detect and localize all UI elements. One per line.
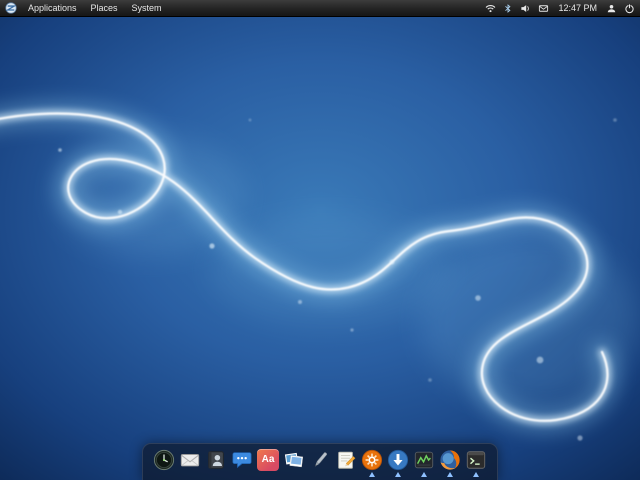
notes-icon[interactable] bbox=[334, 449, 358, 478]
volume-icon[interactable] bbox=[520, 3, 531, 14]
fonts-icon[interactable]: Aa bbox=[256, 449, 280, 478]
menu-system[interactable]: System bbox=[129, 2, 165, 14]
system-monitor-icon[interactable] bbox=[412, 449, 436, 478]
distro-logo-icon[interactable] bbox=[5, 2, 17, 14]
running-indicator bbox=[473, 472, 479, 477]
dock: Aa bbox=[142, 443, 498, 480]
running-indicator bbox=[369, 472, 375, 477]
top-panel: Applications Places System 12:47 PM bbox=[0, 0, 640, 17]
photos-icon[interactable] bbox=[282, 449, 306, 478]
downloads-icon[interactable] bbox=[386, 449, 410, 478]
desktop: Applications Places System 12:47 PM Aa bbox=[0, 0, 640, 480]
menu-applications[interactable]: Applications bbox=[25, 2, 80, 14]
session-icon[interactable] bbox=[606, 3, 617, 14]
clock-icon[interactable] bbox=[152, 449, 176, 478]
firefox-icon[interactable] bbox=[438, 449, 462, 478]
pen-icon[interactable] bbox=[308, 449, 332, 478]
mail-app-icon[interactable] bbox=[178, 449, 202, 478]
system-tray: 12:47 PM bbox=[485, 3, 635, 14]
power-icon[interactable] bbox=[624, 3, 635, 14]
panel-clock[interactable]: 12:47 PM bbox=[556, 3, 599, 13]
mail-icon[interactable] bbox=[538, 3, 549, 14]
menu-places[interactable]: Places bbox=[88, 2, 121, 14]
wifi-icon[interactable] bbox=[485, 3, 496, 14]
wallpaper bbox=[0, 0, 640, 480]
contacts-icon[interactable] bbox=[204, 449, 228, 478]
chat-icon[interactable] bbox=[230, 449, 254, 478]
software-center-icon[interactable] bbox=[360, 449, 384, 478]
bluetooth-icon[interactable] bbox=[503, 3, 513, 14]
running-indicator bbox=[447, 472, 453, 477]
running-indicator bbox=[395, 472, 401, 477]
running-indicator bbox=[421, 472, 427, 477]
fonts-icon-label: Aa bbox=[261, 454, 275, 465]
terminal-icon[interactable] bbox=[464, 449, 488, 478]
